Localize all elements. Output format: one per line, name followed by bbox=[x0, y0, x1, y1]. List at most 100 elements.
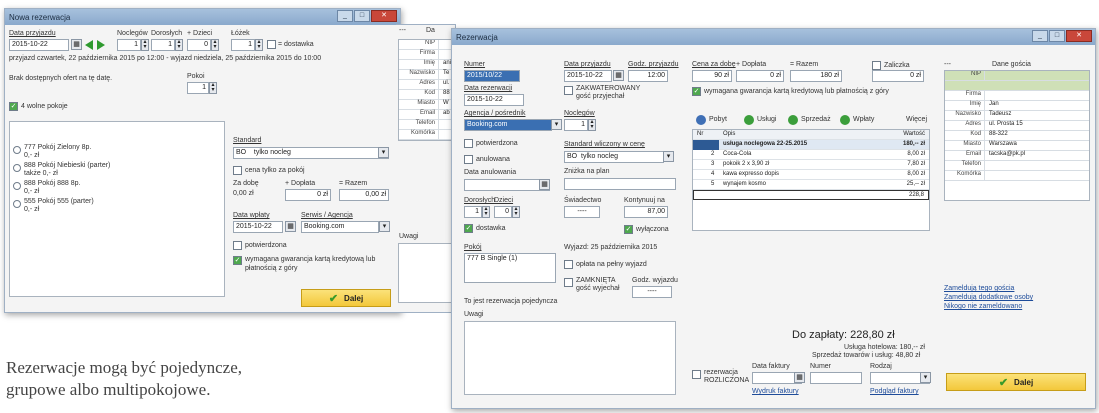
room-only-checkbox[interactable] bbox=[233, 166, 242, 175]
table-row[interactable]: 4 kawa expresso dopis 8,00 zł bbox=[693, 170, 929, 180]
prop-value[interactable]: ab bbox=[443, 110, 450, 116]
total-field[interactable]: 0,00 zł bbox=[339, 189, 389, 201]
extra-bed-checkbox[interactable]: ✓ bbox=[464, 224, 473, 233]
number-field[interactable]: 2015/10/22 bbox=[464, 70, 520, 82]
children-stepper[interactable]: ▴ ▾ bbox=[211, 39, 219, 51]
prop-value[interactable]: ul. bbox=[443, 80, 449, 86]
adults-field[interactable]: 1 bbox=[151, 39, 175, 51]
children-field[interactable]: 0 bbox=[494, 206, 512, 218]
calendar-icon[interactable]: ▦ bbox=[794, 372, 805, 383]
table-row[interactable]: 2 Coca-Cola 8,00 zł bbox=[693, 150, 929, 160]
agency-select[interactable]: Booking.com bbox=[464, 119, 552, 131]
chevron-down-icon[interactable]: ▾ bbox=[920, 372, 931, 383]
free-rooms-checkbox[interactable]: ✓ bbox=[9, 102, 18, 111]
more-menu[interactable]: Więcej bbox=[906, 116, 927, 123]
calendar-icon[interactable]: ▦ bbox=[71, 39, 82, 50]
continue-button[interactable]: ✔ Dalej bbox=[946, 373, 1086, 391]
beds-stepper[interactable]: ▴ ▾ bbox=[255, 39, 263, 51]
full-payment-checkbox[interactable] bbox=[564, 260, 573, 269]
tab-services[interactable]: Usługi bbox=[757, 116, 776, 123]
arrival-date-field[interactable]: 2015-10-22 bbox=[9, 39, 69, 51]
departure-hour-field[interactable]: ---- bbox=[632, 286, 672, 298]
prop-value[interactable]: tacska@pk.pl bbox=[989, 151, 1025, 157]
discount-field[interactable] bbox=[564, 178, 676, 190]
check-in-extra-link[interactable]: Zameldują dodatkowe osoby bbox=[944, 294, 1033, 301]
maximize-button[interactable]: □ bbox=[354, 10, 370, 22]
surcharge-field[interactable]: 0 zł bbox=[285, 189, 331, 201]
room-radio[interactable] bbox=[13, 182, 21, 190]
minimize-button[interactable]: _ bbox=[1032, 30, 1048, 42]
table-row[interactable]: 5 wynajem kosmo 25,-- zł bbox=[693, 180, 929, 190]
nights-stepper[interactable]: ▴ ▾ bbox=[141, 39, 149, 51]
calendar-icon[interactable]: ▦ bbox=[539, 179, 550, 190]
notes-field[interactable] bbox=[464, 321, 676, 395]
deposit-field[interactable]: 0 zł bbox=[872, 70, 924, 82]
total-field[interactable]: 180 zł bbox=[790, 70, 842, 82]
table-row[interactable]: usługa noclegowa 22-25.2015 180,-- zł bbox=[693, 140, 929, 150]
prop-value[interactable]: Warszawa bbox=[989, 141, 1017, 147]
room-radio[interactable] bbox=[13, 164, 21, 172]
prop-value[interactable]: Te bbox=[443, 70, 449, 76]
nights-field[interactable]: 1 bbox=[564, 119, 588, 131]
minimize-button[interactable]: _ bbox=[337, 10, 353, 22]
calendar-icon[interactable]: ▦ bbox=[285, 221, 296, 232]
next-day-icon[interactable] bbox=[97, 40, 105, 50]
tab-stay[interactable]: Pobyt bbox=[709, 116, 727, 123]
checked-in-checkbox[interactable] bbox=[564, 86, 573, 95]
close-button[interactable]: ✕ bbox=[1066, 30, 1092, 42]
maximize-button[interactable]: □ bbox=[1049, 30, 1065, 42]
deposit-checkbox[interactable] bbox=[872, 61, 881, 70]
cancelled-checkbox[interactable] bbox=[464, 155, 473, 164]
prop-value[interactable]: W bbox=[443, 100, 449, 106]
chevron-down-icon[interactable]: ▾ bbox=[663, 151, 674, 162]
prop-value[interactable]: 88-322 bbox=[989, 131, 1008, 137]
reservation-date-field[interactable]: 2015-10-22 bbox=[464, 94, 524, 106]
calendar-icon[interactable]: ▦ bbox=[613, 70, 624, 81]
surcharge-field[interactable]: 0 zł bbox=[736, 70, 784, 82]
rooms-count-stepper[interactable]: ▴ ▾ bbox=[209, 82, 217, 94]
beds-field[interactable]: 1 bbox=[231, 39, 255, 51]
prop-value[interactable]: ani bbox=[443, 60, 451, 66]
tab-payments[interactable]: Wpłaty bbox=[853, 116, 874, 123]
extra-bed-checkbox[interactable] bbox=[267, 40, 276, 49]
confirmed-checkbox[interactable] bbox=[464, 139, 473, 148]
chevron-down-icon[interactable]: ▾ bbox=[551, 119, 562, 130]
notes-field[interactable] bbox=[398, 243, 454, 303]
chevron-down-icon[interactable]: ▾ bbox=[379, 221, 390, 232]
chevron-down-icon[interactable]: ▾ bbox=[378, 147, 389, 158]
children-field[interactable]: 0 bbox=[187, 39, 211, 51]
settled-checkbox[interactable] bbox=[692, 370, 701, 379]
preview-invoice-link[interactable]: Podgląd faktury bbox=[870, 388, 919, 395]
prop-value[interactable]: ul. Prosta 15 bbox=[989, 121, 1023, 127]
prop-value[interactable]: Tadeusz bbox=[989, 111, 1011, 117]
adults-stepper[interactable]: ▴ ▾ bbox=[175, 39, 183, 51]
invoice-field[interactable]: ---- bbox=[564, 206, 600, 218]
payment-date-field[interactable]: 2015-10-22 bbox=[233, 221, 283, 233]
card-guarantee-checkbox[interactable]: ✓ bbox=[233, 256, 242, 265]
children-stepper[interactable]: ▴ ▾ bbox=[512, 206, 520, 218]
close-button[interactable]: ✕ bbox=[371, 10, 397, 22]
agency-select[interactable]: Booking.com bbox=[301, 221, 379, 233]
rooms-count-field[interactable]: 1 bbox=[187, 82, 209, 94]
price-field[interactable]: 87,00 bbox=[624, 206, 668, 218]
nights-field[interactable]: 1 bbox=[117, 39, 141, 51]
closed-checkbox[interactable] bbox=[564, 278, 573, 287]
arrival-hour-field[interactable]: 12:00 bbox=[628, 70, 668, 82]
no-one-checked-in-link[interactable]: Nikogo nie zameldowano bbox=[944, 303, 1022, 310]
print-invoice-link[interactable]: Wydruk faktury bbox=[752, 388, 799, 395]
room-field[interactable]: 777 B Single (1) bbox=[464, 253, 556, 283]
tab-sales[interactable]: Sprzedaż bbox=[801, 116, 831, 123]
confirmed-checkbox[interactable] bbox=[233, 241, 242, 250]
payment-checkbox[interactable]: ✓ bbox=[624, 225, 633, 234]
prop-value[interactable]: Jan bbox=[989, 101, 999, 107]
cancel-date-field[interactable] bbox=[464, 179, 550, 191]
check-in-guest-link[interactable]: Zameldują tego gościa bbox=[944, 285, 1014, 292]
standard-select[interactable]: BO tylko nocleg bbox=[233, 147, 389, 159]
room-radio[interactable] bbox=[13, 200, 21, 208]
standard-select[interactable]: BO tylko nocleg bbox=[564, 151, 664, 163]
adults-field[interactable]: 1 bbox=[464, 206, 482, 218]
table-row[interactable]: 3 pokoik 2 x 3,90 zł 7,80 zł bbox=[693, 160, 929, 170]
adults-stepper[interactable]: ▴ ▾ bbox=[482, 206, 490, 218]
price-day-field[interactable]: 90 zł bbox=[692, 70, 732, 82]
card-guarantee-checkbox[interactable]: ✓ bbox=[692, 87, 701, 96]
